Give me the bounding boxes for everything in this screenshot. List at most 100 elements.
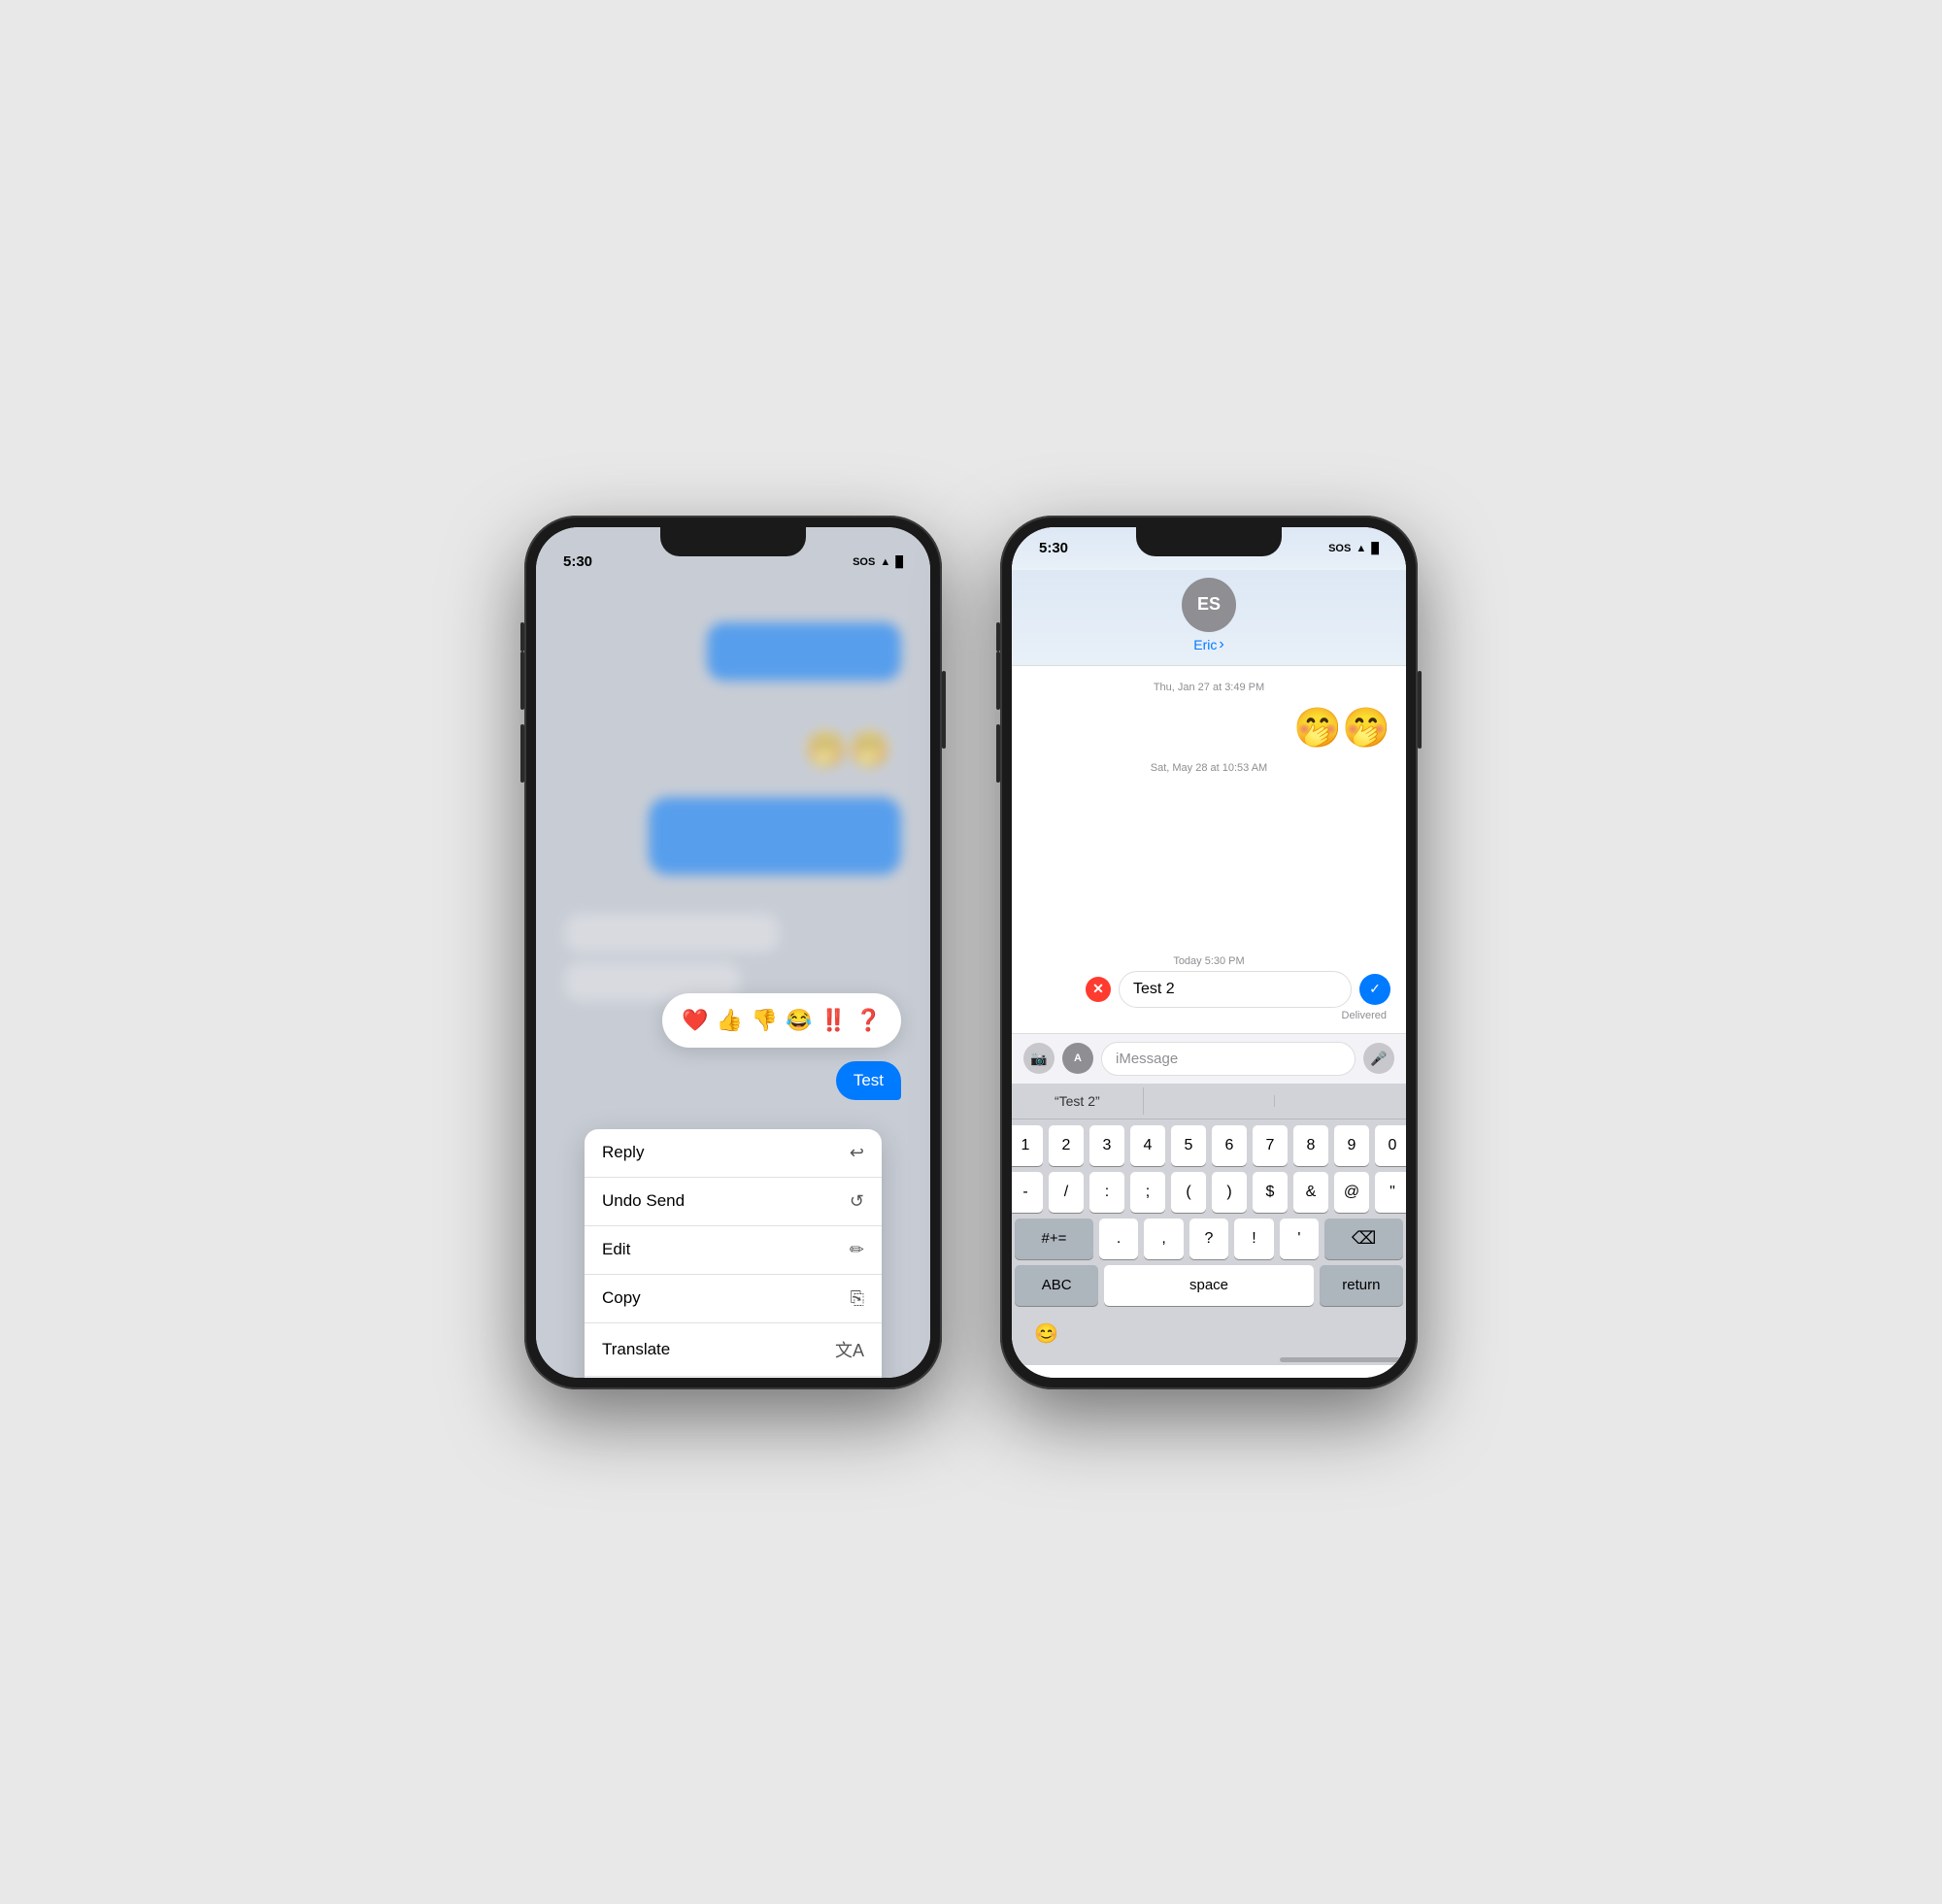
key-quote[interactable]: " [1375,1172,1406,1213]
delivered-row: ✕ Test 2 ✓ [1027,971,1390,1008]
notch [660,527,806,556]
timestamp-today: Today 5:30 PM [1027,955,1390,967]
mic-button[interactable]: 🎤 [1363,1043,1394,1074]
key-return[interactable]: return [1320,1265,1403,1306]
phone1-screen: 5:30 SOS ▲ █ 🤭🤭 ❤️ 👍 👎 😂 [536,527,930,1378]
contact-avatar[interactable]: ES [1182,578,1236,632]
autocomplete-test2[interactable]: “Test 2” [1012,1087,1144,1115]
context-undo-send[interactable]: Undo Send ↺ [585,1178,882,1226]
blur-bubble-1 [707,622,901,681]
key-delete[interactable]: ⌫ [1324,1219,1403,1259]
volume-up-button-2[interactable] [996,651,1000,710]
mute-button[interactable] [520,622,524,651]
autocomplete-empty-2[interactable] [1275,1095,1406,1107]
context-copy[interactable]: Copy ⎘ [585,1275,882,1323]
contact-name[interactable]: Eric [1193,636,1223,653]
volume-down-button-2[interactable] [996,724,1000,783]
key-hashplus[interactable]: #+= [1015,1219,1093,1259]
key-abc[interactable]: ABC [1015,1265,1098,1306]
key-slash[interactable]: / [1049,1172,1084,1213]
autocomplete-bar: “Test 2” [1012,1084,1406,1119]
key-0[interactable]: 0 [1375,1125,1406,1166]
key-9[interactable]: 9 [1334,1125,1369,1166]
emoji-bubbles: 🤭🤭 [1293,705,1390,751]
status-time-1: 5:30 [563,553,592,570]
key-5[interactable]: 5 [1171,1125,1206,1166]
edit-icon: ✏ [850,1240,864,1260]
copy-icon: ⎘ [851,1288,864,1309]
power-button[interactable] [942,671,946,749]
sos-indicator: SOS [853,556,875,568]
message-area: Thu, Jan 27 at 3:49 PM 🤭🤭 Sat, May 28 at… [1012,666,1406,1033]
key-exclaim[interactable]: ! [1234,1219,1273,1259]
context-reply[interactable]: Reply ↩ [585,1129,882,1178]
reaction-thumbsdown[interactable]: 👎 [747,1003,782,1038]
key-space[interactable]: space [1104,1265,1314,1306]
reaction-heart[interactable]: ❤️ [678,1003,713,1038]
context-send-text[interactable]: Send as Text Message ⬆ [585,1377,882,1378]
context-translate[interactable]: Translate 文A [585,1323,882,1377]
home-indicator-2 [1280,1357,1406,1362]
key-4[interactable]: 4 [1130,1125,1165,1166]
phone-1: 5:30 SOS ▲ █ 🤭🤭 ❤️ 👍 👎 😂 [524,516,942,1389]
context-undo-label: Undo Send [602,1191,685,1211]
key-minus[interactable]: - [1012,1172,1043,1213]
timestamp-may28: Sat, May 28 at 10:53 AM [1027,762,1390,774]
contact-name-text: Eric [1193,637,1217,652]
reaction-question[interactable]: ❓ [851,1003,886,1038]
key-period[interactable]: . [1099,1219,1138,1259]
key-1[interactable]: 1 [1012,1125,1043,1166]
key-7[interactable]: 7 [1253,1125,1288,1166]
cancel-button[interactable]: ✕ [1086,977,1111,1002]
key-8[interactable]: 8 [1293,1125,1328,1166]
app-store-button[interactable]: A [1062,1043,1093,1074]
emoji-bar: 😊 [1015,1312,1403,1359]
key-at[interactable]: @ [1334,1172,1369,1213]
mute-button-2[interactable] [996,622,1000,651]
messages-header: ES Eric [1012,570,1406,666]
key-semicolon[interactable]: ; [1130,1172,1165,1213]
send-button[interactable]: ✓ [1359,974,1390,1005]
reply-icon: ↩ [850,1143,864,1163]
keyboard-special-row: #+= . , ? ! ' ⌫ [1015,1219,1403,1259]
volume-down-button[interactable] [520,724,524,783]
context-edit[interactable]: Edit ✏ [585,1226,882,1275]
key-2[interactable]: 2 [1049,1125,1084,1166]
blur-bubble-3 [565,914,779,952]
phone2-content: 5:30 SOS ▲ █ ES Eric Thu, Jan 27 at 3:49… [1012,527,1406,1378]
delivered-text: Delivered [1027,1010,1387,1021]
key-rparen[interactable]: ) [1212,1172,1247,1213]
undo-send-icon: ↺ [850,1191,864,1212]
reaction-haha[interactable]: 😂 [782,1003,817,1038]
camera-button[interactable]: 📷 [1023,1043,1055,1074]
keyboard-symbol-row: - / : ; ( ) $ & @ " [1015,1172,1403,1213]
wifi-icon-2: ▲ [1356,543,1366,554]
phone-2: 5:30 SOS ▲ █ ES Eric Thu, Jan 27 at 3:49… [1000,516,1418,1389]
context-reply-label: Reply [602,1143,644,1162]
timestamp-jan27: Thu, Jan 27 at 3:49 PM [1027,682,1390,693]
test-message-bubble[interactable]: Test [836,1061,901,1100]
key-comma[interactable]: , [1144,1219,1183,1259]
key-question[interactable]: ? [1189,1219,1228,1259]
volume-up-button[interactable] [520,651,524,710]
autocomplete-empty-1[interactable] [1144,1095,1276,1107]
emoji-button[interactable]: 😊 [1022,1316,1070,1352]
key-colon[interactable]: : [1089,1172,1124,1213]
key-lparen[interactable]: ( [1171,1172,1206,1213]
imessage-input[interactable]: iMessage [1101,1042,1356,1076]
phone2-screen: 5:30 SOS ▲ █ ES Eric Thu, Jan 27 at 3:49… [1012,527,1406,1378]
blur-emoji: 🤭🤭 [804,729,891,770]
key-ampersand[interactable]: & [1293,1172,1328,1213]
key-dollar[interactable]: $ [1253,1172,1288,1213]
power-button-2[interactable] [1418,671,1422,749]
key-3[interactable]: 3 [1089,1125,1124,1166]
key-apostrophe[interactable]: ' [1280,1219,1319,1259]
key-6[interactable]: 6 [1212,1125,1247,1166]
translate-icon: 文A [835,1337,864,1362]
reaction-exclaim[interactable]: ‼️ [817,1003,852,1038]
message-bubble-editing[interactable]: Test 2 [1119,971,1352,1008]
keyboard-bottom-row: ABC space return [1015,1265,1403,1306]
notch-2 [1136,527,1282,556]
reaction-thumbsup[interactable]: 👍 [713,1003,748,1038]
context-copy-label: Copy [602,1288,641,1308]
